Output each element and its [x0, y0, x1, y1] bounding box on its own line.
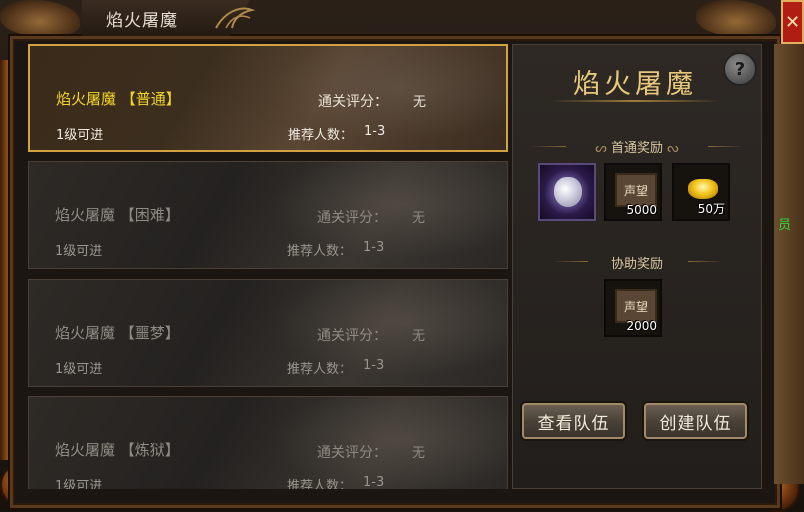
section-divider-right: [708, 146, 744, 147]
score-label: 通关评分：: [317, 210, 387, 226]
reward-slot-reputation[interactable]: 声望 5000: [604, 163, 662, 221]
score-value: 无: [412, 446, 426, 461]
window-title: 焰火屠魔: [106, 11, 178, 31]
reward-slot-pouch[interactable]: [538, 163, 596, 221]
background-text: 员: [778, 218, 792, 233]
assist-reward-label: 协助奖励: [610, 257, 663, 272]
reputation-scroll-icon: 声望: [615, 173, 657, 207]
recommend-label: 推荐人数：: [287, 479, 353, 489]
recommend-value: 1-3: [364, 124, 386, 139]
pouch-icon: [554, 177, 582, 207]
reward-quantity: 50万: [697, 202, 725, 216]
recommend-label: 推荐人数：: [287, 362, 353, 377]
gold-ingot-icon: [688, 179, 718, 199]
first-clear-reward-text: 首通奖励: [610, 141, 663, 156]
level-requirement: 1级可进: [55, 244, 103, 259]
recommend-value: 1-3: [363, 475, 385, 489]
dragon-ornament-top-left: [0, 0, 80, 36]
recommend-value: 1-3: [363, 240, 385, 255]
flame-swirl-icon: [215, 7, 256, 29]
view-team-button[interactable]: 查看队伍: [522, 403, 625, 439]
score-label: 通关评分：: [317, 328, 387, 344]
swirl-ornament-icon: ᔕ: [595, 141, 611, 156]
score-value: 无: [412, 211, 426, 226]
reputation-scroll-icon: 声望: [615, 289, 657, 323]
background-scene-strip: 员: [774, 44, 804, 484]
recommend-label: 推荐人数：: [288, 128, 354, 143]
dragon-ornament-top-right: [696, 0, 776, 36]
panel-title: 焰火屠魔: [573, 69, 697, 100]
dungeon-window: 焰火屠魔 ✕ 焰火屠魔 【普通】 通关评分： 无 1级可进 推荐人数： 1-3 …: [0, 0, 804, 512]
level-requirement: 1级可进: [55, 479, 103, 489]
score-label: 通关评分：: [318, 94, 388, 110]
recommend-label: 推荐人数：: [287, 244, 353, 259]
close-button[interactable]: ✕: [781, 0, 804, 44]
dungeon-name: 焰火屠魔 【噩梦】: [55, 324, 180, 342]
dungeon-name: 焰火屠魔 【炼狱】: [55, 441, 180, 459]
score-value: 无: [412, 329, 426, 344]
level-requirement: 1级可进: [55, 362, 103, 377]
dungeon-item-normal[interactable]: 焰火屠魔 【普通】 通关评分： 无 1级可进 推荐人数： 1-3: [28, 44, 508, 152]
title-divider: [548, 100, 722, 102]
dungeon-item-purgatory[interactable]: 焰火屠魔 【炼狱】 通关评分： 无 1级可进 推荐人数： 1-3: [28, 396, 508, 489]
swirl-ornament-icon: ᔓ: [663, 141, 679, 156]
create-team-button[interactable]: 创建队伍: [644, 403, 747, 439]
dungeon-name: 焰火屠魔 【普通】: [56, 90, 181, 108]
score-label: 通关评分：: [317, 445, 387, 461]
reward-quantity: 5000: [626, 203, 657, 217]
dungeon-list: 焰火屠魔 【普通】 通关评分： 无 1级可进 推荐人数： 1-3 焰火屠魔 【困…: [28, 44, 510, 489]
dungeon-item-nightmare[interactable]: 焰火屠魔 【噩梦】 通关评分： 无 1级可进 推荐人数： 1-3: [28, 279, 508, 387]
reward-slot-gold[interactable]: 50万: [672, 163, 730, 221]
level-requirement: 1级可进: [56, 128, 104, 143]
recommend-value: 1-3: [363, 358, 385, 373]
dungeon-item-hard[interactable]: 焰火屠魔 【困难】 通关评分： 无 1级可进 推荐人数： 1-3: [28, 161, 508, 269]
assist-reward-slot-reputation[interactable]: 声望 2000: [604, 279, 662, 337]
dungeon-name: 焰火屠魔 【困难】: [55, 206, 180, 224]
section-divider-right: [688, 261, 724, 262]
reward-quantity: 2000: [626, 319, 657, 333]
score-value: 无: [413, 95, 427, 110]
